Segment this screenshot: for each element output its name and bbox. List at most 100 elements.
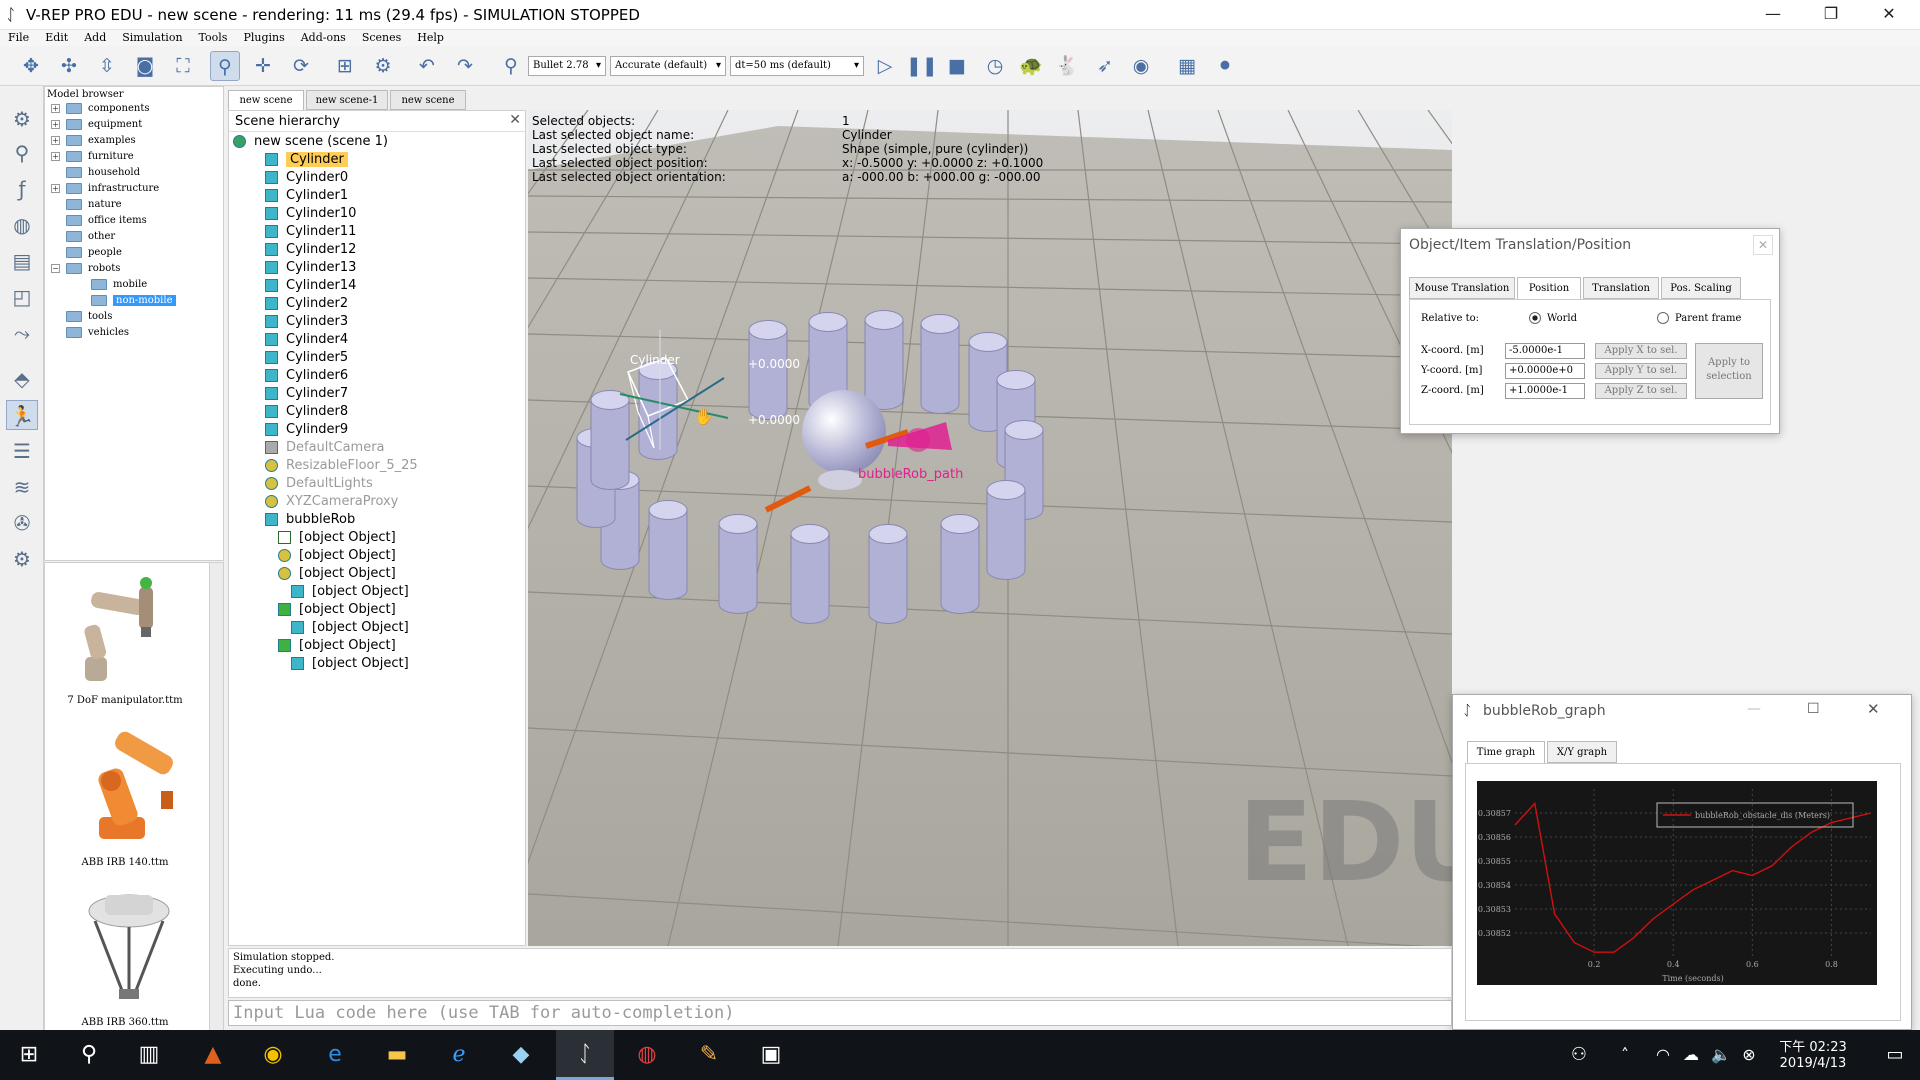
menu-add[interactable]: Add xyxy=(76,30,114,46)
model-folder-1[interactable]: + equipment xyxy=(51,117,229,133)
model-folder-8[interactable]: other xyxy=(51,229,229,245)
hierarchy-item-bubblerob_rightwheel[interactable]: [object Object] xyxy=(291,655,409,673)
model-folder-3[interactable]: + furniture xyxy=(51,149,229,165)
simulation-settings-icon[interactable]: ⚙ xyxy=(6,104,38,134)
task-view-icon[interactable]: ▥ xyxy=(120,1030,178,1080)
expand-icon[interactable]: + xyxy=(51,136,60,145)
edge-icon[interactable]: e xyxy=(306,1030,364,1080)
camera-angle-icon[interactable]: ◙ xyxy=(130,51,160,81)
threaded-icon[interactable]: ➶ xyxy=(1090,51,1120,81)
vrep-icon[interactable]: ᛇ xyxy=(556,1030,614,1080)
hierarchy-item-cylinder13[interactable]: Cylinder13 xyxy=(265,259,356,277)
expand-icon[interactable]: − xyxy=(51,264,60,273)
parent-frame-radio[interactable] xyxy=(1657,312,1669,324)
camera-rotate-icon[interactable]: ✣ xyxy=(54,51,84,81)
x-coord-field[interactable]: -5.0000e-1 xyxy=(1505,343,1585,359)
hierarchy-item-bubblerob_connection[interactable]: [object Object] xyxy=(278,565,396,583)
video-recorder-icon[interactable]: ✇ xyxy=(6,508,38,538)
hierarchy-item-defaultcamera[interactable]: DefaultCamera xyxy=(265,439,385,457)
hierarchy-item-cylinder2[interactable]: Cylinder2 xyxy=(265,295,348,313)
apply-z-button[interactable]: Apply Z to sel. xyxy=(1595,383,1687,399)
play-icon[interactable]: ▷ xyxy=(870,51,900,81)
maximize-icon[interactable]: ☐ xyxy=(1807,701,1820,717)
slower-icon[interactable]: 🐢 xyxy=(1016,51,1046,81)
tab-mouse-translation[interactable]: Mouse Translation xyxy=(1409,277,1515,299)
camera-pan-icon[interactable]: ✥ xyxy=(16,51,46,81)
viewport-3d-scene[interactable]: EDU Cylinder +0.0000 +0.0000 bubbleRob_p… xyxy=(528,110,1452,946)
accuracy-select[interactable]: Accurate (default) xyxy=(610,56,726,76)
object-rotate-icon[interactable]: ⟳ xyxy=(286,51,316,81)
assemble-icon[interactable]: ⊞ xyxy=(330,51,360,81)
click-select-icon[interactable]: ⚲ xyxy=(210,51,240,81)
file-explorer-icon[interactable]: ▬ xyxy=(368,1030,426,1080)
hierarchy-item-cylinder1[interactable]: Cylinder1 xyxy=(265,187,348,205)
fit-to-view-icon[interactable]: ⛶ xyxy=(168,51,198,81)
hierarchy-item-xyzcameraproxy[interactable]: XYZCameraProxy xyxy=(265,493,398,511)
menu-file[interactable]: File xyxy=(0,30,37,46)
close-icon[interactable]: ✕ xyxy=(509,112,521,128)
clock-date[interactable]: 2019/4/13 xyxy=(1768,1056,1858,1071)
scene-hierarchy-icon[interactable]: ☰ xyxy=(6,436,38,466)
visualization-icon[interactable]: ◉ xyxy=(1126,51,1156,81)
hierarchy-item-bubblerob_leftwheel[interactable]: [object Object] xyxy=(291,619,409,637)
menu-simulation[interactable]: Simulation xyxy=(114,30,190,46)
shape-edit-icon[interactable]: ◰ xyxy=(6,282,38,312)
close-icon[interactable]: ✕ xyxy=(1860,0,1918,30)
y-coord-field[interactable]: +0.0000e+0 xyxy=(1505,363,1585,379)
model-folder-10[interactable]: − robots xyxy=(51,261,229,277)
engine-select[interactable]: Bullet 2.78 xyxy=(528,56,606,76)
search-icon[interactable]: ⚲ xyxy=(60,1030,118,1080)
restore-icon[interactable]: ❐ xyxy=(1802,0,1860,30)
tab-time-graph[interactable]: Time graph xyxy=(1467,741,1545,763)
hierarchy-item-cylinder5[interactable]: Cylinder5 xyxy=(265,349,348,367)
path-edit-icon[interactable]: ⤳ xyxy=(6,318,38,348)
hierarchy-item-bubblerob_rightmotor[interactable]: [object Object] xyxy=(278,637,396,655)
model-folder-7[interactable]: office items xyxy=(51,213,229,229)
expand-icon[interactable]: + xyxy=(51,184,60,193)
hierarchy-item-cylinder14[interactable]: Cylinder14 xyxy=(265,277,356,295)
model-folder-14[interactable]: vehicles xyxy=(51,325,229,341)
object-shift-icon[interactable]: ✛ xyxy=(248,51,278,81)
app-icon[interactable]: ◆ xyxy=(492,1030,550,1080)
scene-page-icon[interactable]: ▦ xyxy=(1172,51,1202,81)
thumb-abb-irb-360[interactable] xyxy=(65,881,195,1011)
hierarchy-item-resizablefloor_5_25[interactable]: ResizableFloor_5_25 xyxy=(265,457,418,475)
camera-shift-icon[interactable]: ⇳ xyxy=(92,51,122,81)
chrome-icon[interactable]: ◉ xyxy=(244,1030,302,1080)
dynamics-icon[interactable]: ⚲ xyxy=(496,51,526,81)
model-browser-icon[interactable]: 🏃 xyxy=(6,400,38,430)
selection-icon[interactable]: ⬘ xyxy=(6,364,38,394)
tab-xy-graph[interactable]: X/Y graph xyxy=(1547,741,1617,763)
world-radio[interactable] xyxy=(1529,312,1541,324)
close-icon[interactable]: ✕ xyxy=(1753,235,1773,255)
tab-position[interactable]: Position xyxy=(1517,277,1581,299)
menu-edit[interactable]: Edit xyxy=(37,30,76,46)
close-icon[interactable]: ✕ xyxy=(1867,700,1880,718)
hierarchy-item-cylinder6[interactable]: Cylinder6 xyxy=(265,367,348,385)
hierarchy-item-cylinder8[interactable]: Cylinder8 xyxy=(265,403,348,421)
model-folder-6[interactable]: nature xyxy=(51,197,229,213)
apply-y-button[interactable]: Apply Y to sel. xyxy=(1595,363,1687,379)
stop-icon[interactable]: ■ xyxy=(942,51,972,81)
collections-icon[interactable]: ◍ xyxy=(6,210,38,240)
paint-icon[interactable]: ✎ xyxy=(680,1030,738,1080)
hierarchy-item-bubblerob_graph[interactable]: [object Object] xyxy=(278,529,396,547)
lua-command-input[interactable]: Input Lua code here (use TAB for auto-co… xyxy=(228,1000,1452,1026)
apply-to-selection-button[interactable]: Apply to selection xyxy=(1695,343,1763,399)
hierarchy-item-cylinder0[interactable]: Cylinder0 xyxy=(265,169,348,187)
layers-icon[interactable]: ≋ xyxy=(6,472,38,502)
model-folder-2[interactable]: + examples xyxy=(51,133,229,149)
expand-icon[interactable]: + xyxy=(51,104,60,113)
timestep-select[interactable]: dt=50 ms (default) xyxy=(730,56,864,76)
hierarchy-item-cylinder12[interactable]: Cylinder12 xyxy=(265,241,356,259)
tab-pos-scaling[interactable]: Pos. Scaling xyxy=(1661,277,1741,299)
hierarchy-item-bubblerob_slider[interactable]: [object Object] xyxy=(291,583,409,601)
menu-help[interactable]: Help xyxy=(409,30,452,46)
photos-icon[interactable]: ▣ xyxy=(742,1030,800,1080)
tab-translation[interactable]: Translation xyxy=(1583,277,1659,299)
tab-new-scene[interactable]: new scene xyxy=(228,90,304,110)
hierarchy-item-cylinder9[interactable]: Cylinder9 xyxy=(265,421,348,439)
hierarchy-item-cylinder7[interactable]: Cylinder7 xyxy=(265,385,348,403)
hierarchy-item-cylinder10[interactable]: Cylinder10 xyxy=(265,205,356,223)
windows-start-icon[interactable]: ⊞ xyxy=(0,1030,58,1080)
